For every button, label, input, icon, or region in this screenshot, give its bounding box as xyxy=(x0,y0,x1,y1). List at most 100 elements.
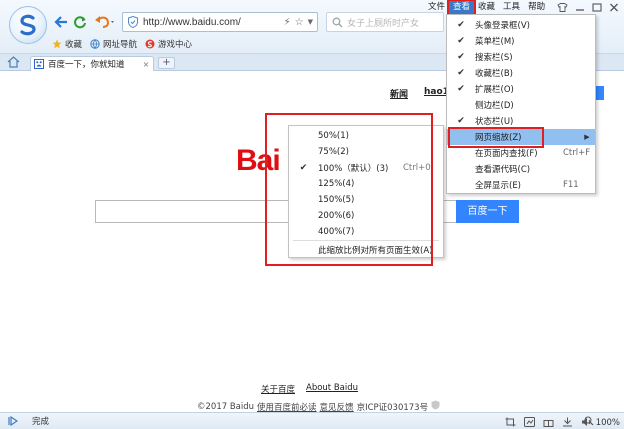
lightning-icon[interactable]: ⚡ xyxy=(284,17,291,28)
bookmarks-bar: 收藏 网址导航 游戏中心 xyxy=(52,37,192,51)
zoom-option-100[interactable]: ✔ 100%（默认）(3) Ctrl+0 xyxy=(289,160,443,175)
zoom-option-150[interactable]: 150%(5) xyxy=(289,192,443,207)
bookmark-game-center[interactable]: 游戏中心 xyxy=(145,38,192,50)
sidebar-toggle-icon[interactable] xyxy=(6,416,20,426)
view-item-view-source[interactable]: 查看源代码(C) xyxy=(447,161,595,177)
zoom-option-label: 50%(1) xyxy=(318,130,349,141)
view-item-page-zoom[interactable]: 网页缩放(Z) ▶ xyxy=(447,129,595,145)
refresh-icon[interactable] xyxy=(72,14,88,30)
zoom-option-label: 75%(2) xyxy=(318,146,349,157)
undo-icon[interactable] xyxy=(93,14,117,30)
zoom-submenu: 50%(1) 75%(2) ✔ 100%（默认）(3) Ctrl+0 125%(… xyxy=(288,125,444,258)
menu-file[interactable]: 文件 xyxy=(424,1,449,14)
view-item-label: 在页面内查找(F) xyxy=(475,149,538,159)
minimize-icon[interactable] xyxy=(572,1,588,13)
home-icon[interactable] xyxy=(7,56,20,68)
link-feedback[interactable]: 意见反馈 xyxy=(320,401,354,413)
zoom-option-50[interactable]: 50%(1) xyxy=(289,128,443,143)
view-item-find-in-page[interactable]: 在页面内查找(F) Ctrl+F xyxy=(447,145,595,161)
menu-view[interactable]: 查看 xyxy=(447,0,477,16)
view-item-fullscreen[interactable]: 全屏显示(E) F11 xyxy=(447,177,595,193)
zoom-option-125[interactable]: 125%(4) xyxy=(289,176,443,191)
bookmark-favorites[interactable]: 收藏 xyxy=(52,38,82,50)
gift-icon[interactable] xyxy=(542,416,554,427)
zoom-option-200[interactable]: 200%(6) xyxy=(289,208,443,223)
zoom-option-label: 150%(5) xyxy=(318,194,355,205)
screenshot-icon[interactable] xyxy=(504,416,516,427)
view-item-label: 搜索栏(S) xyxy=(475,53,513,63)
skin-icon[interactable] xyxy=(554,1,570,13)
status-bar: 完成 100% xyxy=(0,412,624,429)
link-terms[interactable]: 使用百度前必读 xyxy=(257,401,317,413)
zoom-option-400[interactable]: 400%(7) xyxy=(289,224,443,239)
zoom-option-label: 125%(4) xyxy=(318,178,355,189)
tab-title: 百度一下，你就知道 xyxy=(48,60,125,70)
search-box[interactable]: 女子上厕所时产女 xyxy=(326,12,444,32)
bookmark-label: 收藏 xyxy=(65,40,83,50)
star-icon xyxy=(52,39,62,49)
view-dropdown-menu: ✔ 头像登录框(V) ✔ 菜单栏(M) ✔ 搜索栏(S) ✔ 收藏栏(B) ✔ … xyxy=(446,14,596,194)
copyright-text: ©2017 Baidu xyxy=(197,401,255,412)
view-item-sidebar[interactable]: 侧边栏(D) xyxy=(447,97,595,113)
sogou-logo-icon[interactable] xyxy=(9,6,47,44)
view-item-label: 查看源代码(C) xyxy=(475,165,531,175)
zoom-apply-all[interactable]: 此缩放比例对所有页面生效(A) xyxy=(289,242,443,257)
address-bar[interactable]: http://www.baidu.com/ ⚡ ☆ ▼ xyxy=(122,12,318,32)
check-icon: ✔ xyxy=(457,84,465,94)
search-engine-icon[interactable] xyxy=(330,17,344,28)
chevron-down-icon[interactable]: ▼ xyxy=(308,18,313,26)
view-item-searchbar[interactable]: ✔ 搜索栏(S) xyxy=(447,49,595,65)
view-item-favorites-bar[interactable]: ✔ 收藏栏(B) xyxy=(447,65,595,81)
check-icon: ✔ xyxy=(299,162,308,173)
bookmark-label: 网址导航 xyxy=(103,40,138,50)
download-icon[interactable] xyxy=(561,416,573,427)
submenu-arrow-icon: ▶ xyxy=(584,133,590,141)
icp-text: 京ICP证030173号 xyxy=(356,402,429,413)
address-text[interactable]: http://www.baidu.com/ xyxy=(143,17,284,28)
view-item-extension-bar[interactable]: ✔ 扩展栏(O) xyxy=(447,81,595,97)
baidu-favicon-icon xyxy=(34,59,44,69)
view-item-label: 头像登录框(V) xyxy=(475,21,530,31)
view-item-label: 菜单栏(M) xyxy=(475,37,515,47)
close-window-icon[interactable] xyxy=(606,1,622,13)
zoom-option-label: 400%(7) xyxy=(318,226,355,237)
view-item-menubar[interactable]: ✔ 菜单栏(M) xyxy=(447,33,595,49)
view-item-label: 网页缩放(Z) xyxy=(475,133,522,143)
speed-icon[interactable] xyxy=(523,416,535,427)
view-item-statusbar[interactable]: ✔ 状态栏(U) xyxy=(447,113,595,129)
game-center-icon xyxy=(145,39,155,49)
footer-about-baidu-cn[interactable]: 关于百度 xyxy=(261,383,295,395)
zoom-option-label: 200%(6) xyxy=(318,210,355,221)
check-icon: ✔ xyxy=(457,36,465,46)
view-item-shortcut: Ctrl+F xyxy=(563,148,591,158)
status-zoom-value: 100% xyxy=(595,417,620,428)
favorite-star-icon[interactable]: ☆ xyxy=(295,17,304,28)
check-icon: ✔ xyxy=(457,20,465,30)
menu-separator xyxy=(293,240,439,241)
footer-about-baidu-en[interactable]: About Baidu xyxy=(306,383,358,393)
bookmark-web-nav[interactable]: 网址导航 xyxy=(90,38,137,50)
menu-favorites[interactable]: 收藏 xyxy=(474,1,499,14)
baidu-search-button[interactable]: 百度一下 xyxy=(456,200,519,223)
security-shield-icon xyxy=(125,13,141,31)
view-item-label: 侧边栏(D) xyxy=(475,101,514,111)
check-icon: ✔ xyxy=(457,116,465,126)
new-tab-button[interactable]: + xyxy=(158,57,175,69)
baidu-logo: Bai xyxy=(236,144,281,177)
menu-tools[interactable]: 工具 xyxy=(499,1,524,14)
view-item-label: 收藏栏(B) xyxy=(475,69,513,79)
back-arrow-icon[interactable] xyxy=(53,14,69,30)
maximize-icon[interactable] xyxy=(589,1,605,13)
view-item-avatar-login[interactable]: ✔ 头像登录框(V) xyxy=(447,17,595,33)
zoom-option-label: 100%（默认）(3) xyxy=(318,163,389,174)
tab-baidu[interactable]: 百度一下，你就知道 × xyxy=(30,56,154,71)
tab-close-icon[interactable]: × xyxy=(141,60,151,69)
zoom-option-shortcut: Ctrl+0 xyxy=(403,162,431,173)
zoom-option-75[interactable]: 75%(2) xyxy=(289,144,443,159)
menu-help[interactable]: 帮助 xyxy=(524,1,549,14)
check-icon: ✔ xyxy=(457,52,465,62)
check-icon: ✔ xyxy=(457,68,465,78)
status-text: 完成 xyxy=(32,417,50,427)
link-news[interactable]: 新闻 xyxy=(390,87,408,100)
status-zoom-control[interactable]: 100% xyxy=(584,416,620,429)
